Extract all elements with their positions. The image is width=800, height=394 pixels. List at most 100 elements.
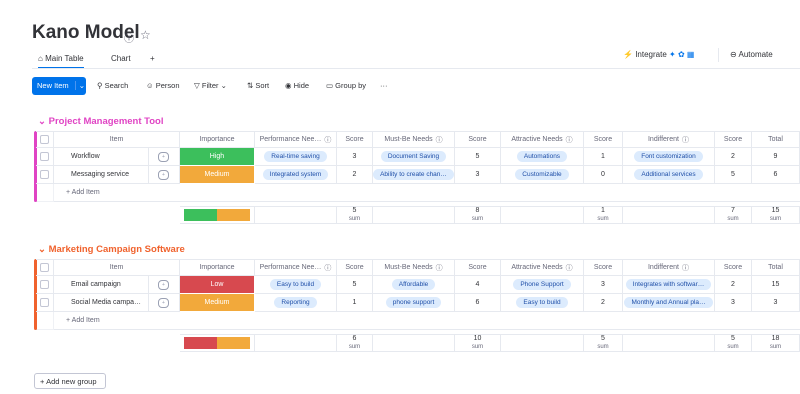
info-icon[interactable]: ⓘ — [436, 135, 443, 145]
attractive-tag-cell[interactable]: Phone Support — [501, 276, 584, 294]
must-be-score[interactable]: 6 — [455, 294, 501, 312]
indifferent-score[interactable]: 5 — [715, 166, 752, 184]
column-header-performance[interactable]: Performance Nee… ⓘ — [255, 131, 337, 148]
must-be-score[interactable]: 3 — [455, 166, 501, 184]
must-be-tag-cell[interactable]: Document Saving — [373, 148, 455, 166]
importance-status[interactable]: Low — [180, 276, 255, 294]
performance-tag-cell[interactable]: Real-time saving — [255, 148, 337, 166]
search-button[interactable]: ⚲ Search — [97, 81, 128, 90]
indifferent-tag-cell[interactable]: Font customization — [623, 148, 715, 166]
updates-button[interactable]: + — [148, 148, 169, 165]
importance-summary[interactable] — [180, 206, 255, 224]
indifferent-score[interactable]: 3 — [715, 294, 752, 312]
column-header-score[interactable]: Score — [584, 131, 623, 148]
sort-button[interactable]: ⇅ Sort — [247, 81, 269, 90]
filter-button[interactable]: ▽ Filter ⌄ — [194, 81, 227, 90]
info-icon[interactable]: ⓘ — [682, 263, 689, 273]
row-checkbox-cell[interactable] — [36, 148, 54, 166]
total-score[interactable]: 9 — [752, 148, 800, 166]
row-checkbox-cell[interactable] — [36, 294, 54, 312]
column-header-item[interactable]: Item — [54, 131, 180, 148]
column-header-must-be[interactable]: Must-Be Needs ⓘ — [373, 259, 455, 276]
add-item-row[interactable]: + Add Item — [54, 312, 800, 330]
info-icon[interactable]: ⓘ — [324, 135, 331, 145]
column-header-total[interactable]: Total — [752, 131, 800, 148]
row-checkbox[interactable] — [40, 170, 49, 179]
indifferent-tag-cell[interactable]: Integrates with softwar… — [623, 276, 715, 294]
column-header-attractive[interactable]: Attractive Needs ⓘ — [501, 259, 584, 276]
column-header-performance[interactable]: Performance Nee… ⓘ — [255, 259, 337, 276]
updates-button[interactable]: + — [148, 166, 169, 183]
group-by-button[interactable]: ▭ Group by — [326, 81, 366, 90]
indifferent-score[interactable]: 2 — [715, 148, 752, 166]
add-new-group-button[interactable]: + Add new group — [34, 373, 106, 389]
indifferent-score[interactable]: 2 — [715, 276, 752, 294]
column-header-indifferent[interactable]: Indifferent ⓘ — [623, 131, 715, 148]
select-all-checkbox[interactable] — [40, 263, 49, 272]
importance-status[interactable]: Medium — [180, 166, 255, 184]
performance-score[interactable]: 2 — [337, 166, 373, 184]
importance-summary[interactable] — [180, 334, 255, 352]
must-be-score[interactable]: 4 — [455, 276, 501, 294]
table-row-item[interactable]: Social Media campa… + — [54, 294, 180, 312]
info-icon[interactable]: ⓘ — [682, 135, 689, 145]
row-checkbox-cell[interactable] — [36, 276, 54, 294]
table-row-item[interactable]: Workflow + — [54, 148, 180, 166]
column-header-score[interactable]: Score — [584, 259, 623, 276]
indifferent-tag-cell[interactable]: Monthly and Annual pla… — [623, 294, 715, 312]
importance-status[interactable]: Medium — [180, 294, 255, 312]
indifferent-tag-cell[interactable]: Additional services — [623, 166, 715, 184]
info-icon[interactable]: ⓘ — [566, 135, 573, 145]
attractive-score[interactable]: 0 — [584, 166, 623, 184]
row-checkbox-cell[interactable] — [36, 166, 54, 184]
group-title[interactable]: ⌄ Marketing Campaign Software — [38, 244, 185, 255]
total-score[interactable]: 6 — [752, 166, 800, 184]
column-header-score[interactable]: Score — [715, 259, 752, 276]
chevron-down-icon[interactable]: ⌄ — [38, 244, 49, 255]
must-be-tag-cell[interactable]: Ability to create chan… — [373, 166, 455, 184]
column-header-score[interactable]: Score — [337, 131, 373, 148]
attractive-tag-cell[interactable]: Customizable — [501, 166, 584, 184]
person-button[interactable]: ☺ Person — [146, 81, 180, 90]
integrate-button[interactable]: ⚡ Integrate ✦ ✿ ▦ — [623, 50, 694, 59]
table-row-item[interactable]: Email campaign + — [54, 276, 180, 294]
attractive-score[interactable]: 2 — [584, 294, 623, 312]
tab-main-table[interactable]: ⌂ Main Table — [38, 54, 84, 69]
updates-button[interactable]: + — [148, 294, 169, 311]
attractive-score[interactable]: 1 — [584, 148, 623, 166]
column-header-score[interactable]: Score — [337, 259, 373, 276]
select-all-checkbox[interactable] — [40, 135, 49, 144]
row-checkbox[interactable] — [40, 152, 49, 161]
header-checkbox[interactable] — [36, 259, 54, 276]
performance-score[interactable]: 1 — [337, 294, 373, 312]
info-icon[interactable]: ⓘ — [566, 263, 573, 273]
must-be-tag-cell[interactable]: Affordable — [373, 276, 455, 294]
info-icon[interactable]: ⓘ — [436, 263, 443, 273]
star-icon[interactable]: ☆ — [140, 28, 151, 42]
info-icon[interactable]: ⓘ — [324, 263, 331, 273]
add-view-button[interactable]: + — [150, 54, 155, 63]
must-be-score[interactable]: 5 — [455, 148, 501, 166]
column-header-score[interactable]: Score — [455, 131, 501, 148]
add-item-row[interactable]: + Add Item — [54, 184, 800, 202]
table-row-item[interactable]: Messaging service + — [54, 166, 180, 184]
tab-chart[interactable]: Chart — [111, 54, 131, 63]
column-header-score[interactable]: Score — [715, 131, 752, 148]
column-header-score[interactable]: Score — [455, 259, 501, 276]
column-header-importance[interactable]: Importance — [180, 131, 255, 148]
new-item-button[interactable]: New Item ⌄ — [32, 77, 86, 95]
total-score[interactable]: 15 — [752, 276, 800, 294]
chevron-down-icon[interactable]: ⌄ — [38, 116, 49, 127]
performance-tag-cell[interactable]: Integrated system — [255, 166, 337, 184]
hide-button[interactable]: ◉ Hide — [285, 81, 309, 90]
must-be-tag-cell[interactable]: phone support — [373, 294, 455, 312]
row-checkbox[interactable] — [40, 280, 49, 289]
column-header-item[interactable]: Item — [54, 259, 180, 276]
total-score[interactable]: 3 — [752, 294, 800, 312]
column-header-importance[interactable]: Importance — [180, 259, 255, 276]
header-checkbox[interactable] — [36, 131, 54, 148]
chevron-down-icon[interactable]: ⌄ — [74, 81, 86, 90]
column-header-must-be[interactable]: Must-Be Needs ⓘ — [373, 131, 455, 148]
performance-score[interactable]: 5 — [337, 276, 373, 294]
automate-button[interactable]: ⊖ Automate — [730, 50, 773, 59]
